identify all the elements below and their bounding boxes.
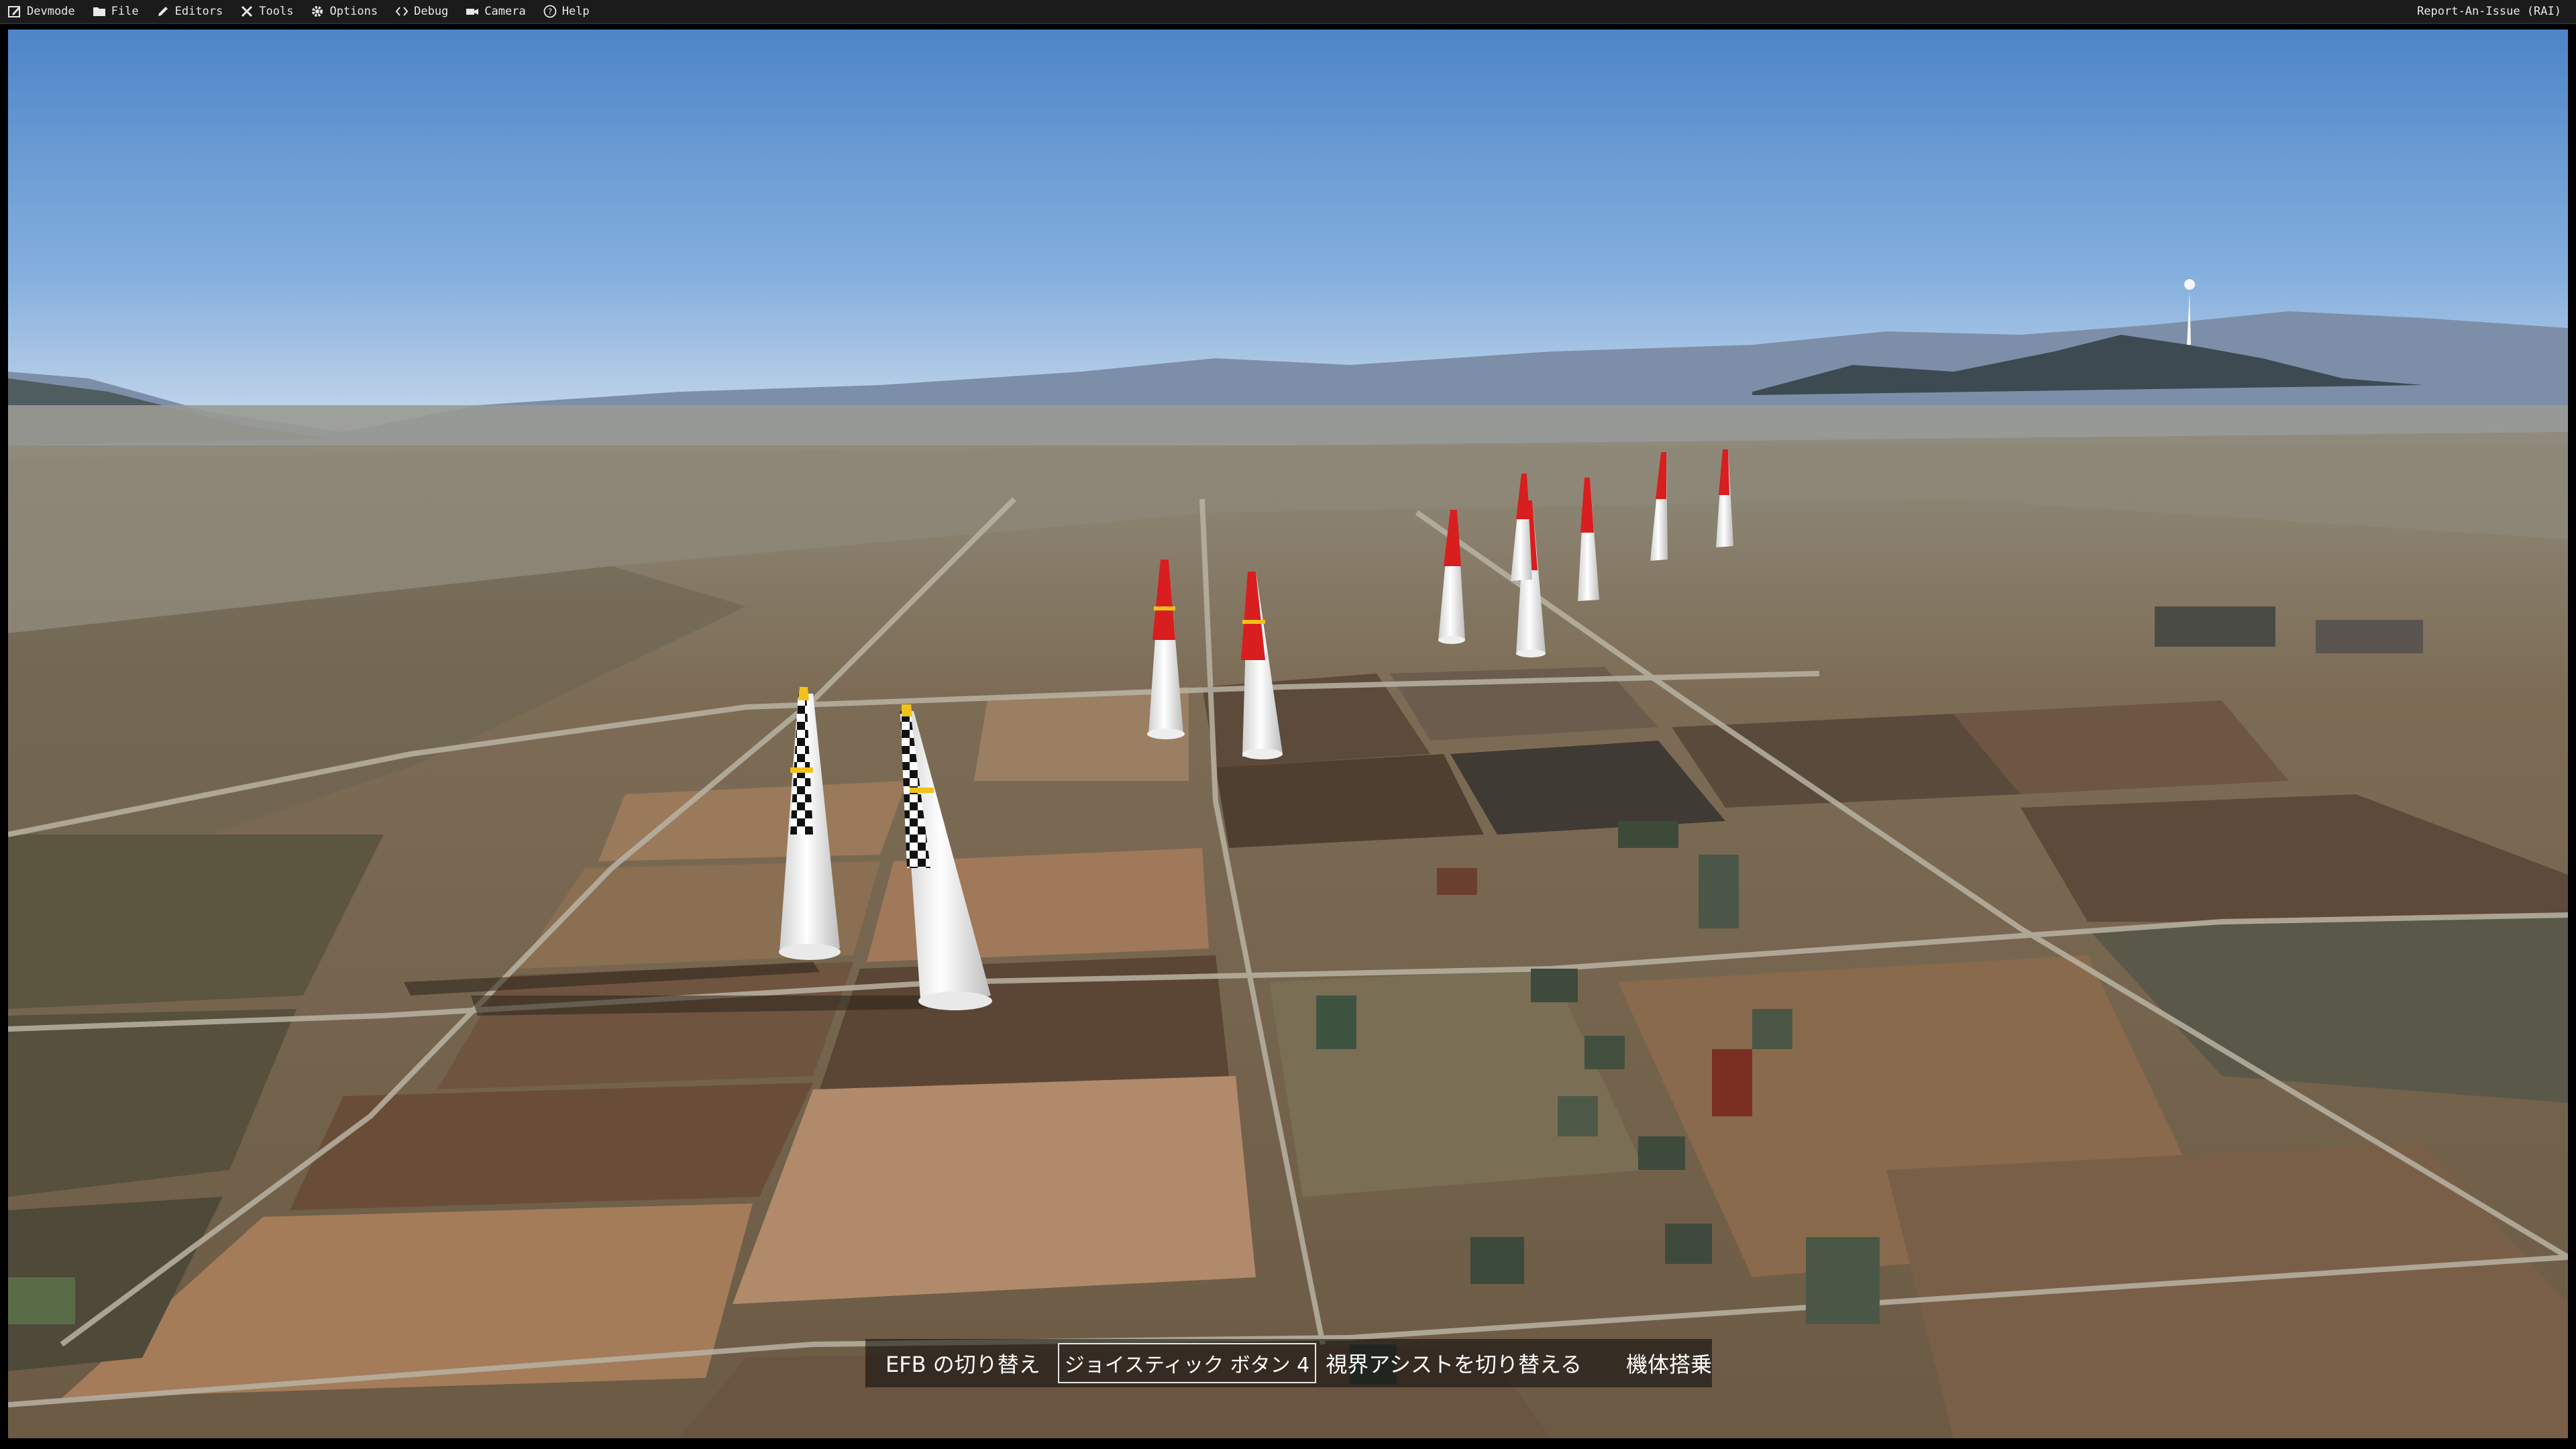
camera-icon: [466, 5, 479, 18]
menu-camera-label: Camera: [484, 5, 526, 18]
flight-viewport[interactable]: [8, 30, 2568, 1438]
menu-editors[interactable]: Editors: [148, 0, 233, 23]
report-an-issue-button[interactable]: Report-An-Issue (RAI): [2409, 0, 2576, 23]
menu-file-label: File: [111, 5, 139, 18]
pencil-icon: [156, 5, 170, 18]
menu-options-label: Options: [329, 5, 378, 18]
controls-hint-bar: EFB の切り替え ジョイスティック ボタン 4 視界アシストを切り替える 機体…: [865, 1339, 1712, 1387]
hint-joystick-button-key: ジョイスティック ボタン 4: [1057, 1343, 1317, 1383]
folder-icon: [93, 5, 106, 18]
menu-camera[interactable]: Camera: [458, 0, 535, 23]
hint-view-assist-toggle: 視界アシストを切り替える: [1326, 1352, 1582, 1377]
menu-help-label: Help: [561, 5, 590, 18]
menu-devmode-label: Devmode: [27, 5, 75, 18]
hint-efb-toggle: EFB の切り替え: [885, 1352, 1040, 1377]
devmode-menubar: Devmode File Editors Tools Options Debug…: [0, 0, 2576, 24]
menu-tools[interactable]: Tools: [232, 0, 303, 23]
report-an-issue-label: Report-An-Issue (RAI): [2417, 5, 2561, 18]
menu-debug-label: Debug: [414, 5, 449, 18]
menu-options[interactable]: Options: [303, 0, 387, 23]
devmode-icon: [8, 5, 21, 18]
menu-file[interactable]: File: [85, 0, 148, 23]
menu-help[interactable]: ? Help: [535, 0, 599, 23]
menu-devmode[interactable]: Devmode: [0, 0, 85, 23]
scene-render: [8, 30, 2568, 1438]
code-icon: [395, 5, 409, 18]
menu-tools-label: Tools: [259, 5, 294, 18]
svg-text:?: ?: [548, 7, 552, 17]
tools-icon: [240, 5, 254, 18]
menu-debug[interactable]: Debug: [387, 0, 458, 23]
simulator-window: Devmode File Editors Tools Options Debug…: [0, 0, 2576, 1449]
help-icon: ?: [543, 5, 557, 18]
gear-icon: [311, 5, 324, 18]
hint-board-aircraft: 機体搭乗: [1626, 1352, 1713, 1377]
menu-editors-label: Editors: [174, 5, 223, 18]
